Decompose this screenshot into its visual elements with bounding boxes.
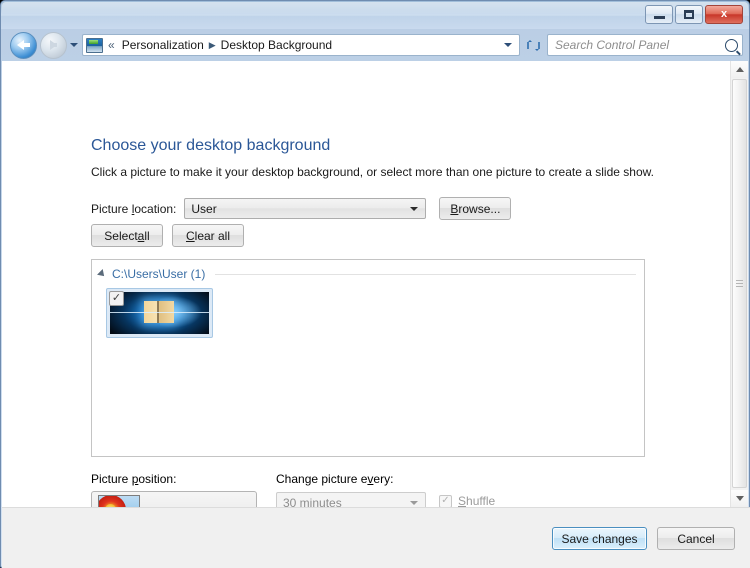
breadcrumb-overflow-icon[interactable]: «: [108, 38, 115, 52]
group-divider: [215, 273, 636, 275]
breadcrumb-dropdown-button[interactable]: [499, 43, 517, 47]
shuffle-checkbox[interactable]: ✓: [439, 494, 452, 507]
chevron-down-icon: [406, 500, 422, 505]
thumbnail-streak: [110, 312, 209, 313]
picture-position-dropdown[interactable]: Stretch: [91, 491, 257, 507]
shuffle-checkbox-row[interactable]: ✓ Shuffle: [439, 494, 495, 507]
clear-all-button[interactable]: Clear all: [172, 224, 244, 247]
thumbnail-checkbox[interactable]: ✓: [109, 291, 124, 306]
list-group-header[interactable]: C:\Users\User (1): [92, 260, 644, 281]
address-bar: « Personalization ▶ Desktop Background S…: [1, 29, 749, 61]
grip-icon: [736, 280, 743, 287]
wallpaper-thumbnail[interactable]: [110, 292, 209, 334]
search-icon: [725, 38, 738, 52]
content-pane: Choose your desktop background Click a p…: [2, 61, 748, 507]
chevron-down-icon: [504, 43, 512, 47]
minimize-button[interactable]: [645, 5, 673, 24]
triangle-up-icon: [735, 67, 744, 72]
title-bar: x: [1, 1, 749, 29]
scroll-down-button[interactable]: [731, 490, 748, 507]
chevron-down-icon: [70, 43, 78, 47]
command-buttons: Save changes Cancel: [552, 527, 735, 550]
picture-position-label: Picture position:: [91, 472, 177, 486]
scroll-up-button[interactable]: [731, 61, 748, 78]
shuffle-label: Shuffle: [458, 494, 496, 507]
chevron-down-icon[interactable]: [406, 206, 422, 211]
back-button[interactable]: [10, 31, 37, 59]
breadcrumb-item-personalization[interactable]: Personalization: [119, 36, 207, 54]
control-panel-window: x « Personalization ▶ Desktop Background: [0, 0, 750, 568]
history-dropdown-button[interactable]: [68, 34, 80, 56]
title-bar-sheen: [2, 2, 748, 13]
search-input[interactable]: Search Control Panel: [555, 38, 725, 52]
list-group-title: C:\Users\User (1): [112, 267, 206, 281]
list-item[interactable]: ✓: [106, 288, 213, 338]
close-icon: x: [720, 8, 728, 20]
breadcrumb-separator-icon: ▶: [208, 39, 216, 50]
command-bar: Save changes Cancel: [2, 507, 750, 568]
window-controls: x: [645, 5, 743, 24]
minimize-icon: [653, 16, 665, 19]
arrow-right-icon: [50, 39, 57, 50]
refresh-button[interactable]: [522, 34, 544, 56]
close-button[interactable]: x: [705, 5, 743, 24]
maximize-button[interactable]: [675, 5, 703, 24]
settings-pane: Choose your desktop background Click a p…: [2, 61, 731, 507]
page-title: Choose your desktop background: [91, 137, 331, 154]
page-description: Click a picture to make it your desktop …: [91, 165, 654, 179]
browse-button[interactable]: Browse...: [439, 197, 512, 220]
change-interval-dropdown[interactable]: 30 minutes: [276, 492, 426, 507]
forward-button[interactable]: [40, 31, 67, 59]
picture-location-row: Picture location: User Browse...: [91, 197, 512, 220]
change-picture-every-label: Change picture every:: [276, 472, 394, 486]
cancel-button[interactable]: Cancel: [657, 527, 735, 550]
triangle-down-icon: [735, 496, 744, 501]
maximize-icon: [684, 10, 694, 19]
selection-buttons: Select a ll Clear all: [91, 224, 244, 247]
change-interval-value: 30 minutes: [283, 495, 342, 508]
search-box[interactable]: Search Control Panel: [547, 34, 743, 56]
select-all-button[interactable]: Select a ll: [91, 224, 163, 247]
picture-location-label: Picture location:: [91, 201, 177, 216]
vertical-scrollbar[interactable]: [730, 61, 748, 507]
picture-location-value: User: [191, 201, 217, 216]
personalization-icon: [86, 37, 103, 53]
collapse-triangle-icon[interactable]: [97, 269, 107, 279]
picture-location-dropdown[interactable]: User: [184, 198, 427, 219]
flower-preview-icon: [98, 494, 140, 507]
save-changes-button[interactable]: Save changes: [552, 527, 647, 550]
scrollbar-thumb[interactable]: [732, 79, 747, 488]
breadcrumb[interactable]: « Personalization ▶ Desktop Background: [82, 34, 520, 56]
arrow-left-icon: [17, 39, 30, 50]
refresh-icon: [526, 39, 540, 51]
breadcrumb-item-desktop-background[interactable]: Desktop Background: [218, 36, 335, 54]
